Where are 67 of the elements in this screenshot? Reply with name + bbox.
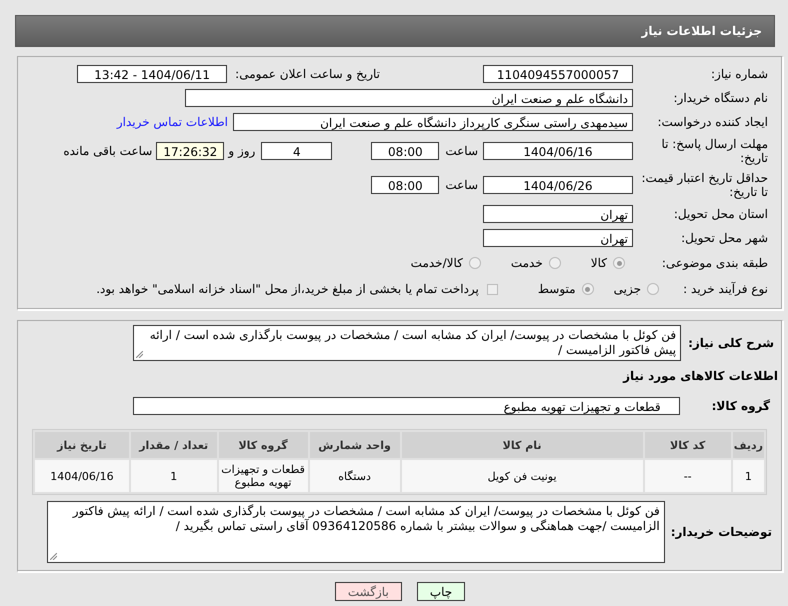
column-header: واحد شمارش — [310, 432, 400, 458]
field-label: طبقه بندی موضوعی: — [660, 256, 769, 270]
input-field[interactable]: 17:26:32 — [156, 142, 224, 160]
column-header: تاریخ نیاز — [35, 432, 129, 458]
section-title: اطلاعات کالاهای مورد نیاز — [622, 368, 779, 385]
radio-button[interactable] — [548, 257, 561, 269]
column-header: نام کالا — [402, 432, 643, 458]
checkbox[interactable] — [486, 284, 498, 294]
table-cell: -- — [644, 460, 731, 492]
table-cell: 1 — [732, 460, 764, 492]
field-label: نام دستگاه خریدار: — [672, 91, 769, 105]
field-label: شماره نیاز: — [710, 67, 769, 81]
field-label: استان محل تحویل: — [672, 207, 769, 221]
radio-button[interactable] — [647, 283, 659, 295]
option-label: جزیی — [614, 282, 641, 296]
option-label: متوسط — [538, 282, 576, 296]
field-label: مهلت ارسال پاسخ: تا تاریخ: — [660, 137, 769, 165]
option-label: کالا — [590, 256, 607, 270]
table-cell: دستگاه — [310, 460, 400, 492]
field-label: نوع فرآیند خرید : — [682, 282, 769, 296]
radio-button[interactable] — [468, 257, 481, 269]
back-button[interactable]: بازگشت — [334, 582, 402, 601]
field-label: گروه کالا: — [712, 399, 771, 413]
text-area[interactable]: فن کوئل با مشخصات در پیوست/ ایران کد مشابه است / مشخصات در پیوست بارگذاری شده است / ارائه پیش فاکتور الزامیست /جهت هماهنگی و سوالات بیشتر با شماره 09364120586 آقای راستی تماس بگیرید / — [46, 501, 665, 563]
field-label: ساعت — [445, 144, 478, 158]
column-header: کد کالا — [644, 432, 731, 458]
input-field[interactable]: 08:00 — [371, 176, 440, 194]
column-header: گروه کالا — [218, 432, 308, 458]
table-cell: قطعات و تجهیزات تهویه مطبوع — [218, 460, 308, 492]
table-cell: 1404/06/16 — [35, 460, 129, 492]
table-cell: یونیت فن کویل — [402, 460, 643, 492]
contact-link[interactable]: اطلاعات تماس خریدار — [116, 115, 228, 129]
page-title: جزئیات اطلاعات نیاز — [15, 15, 775, 47]
checkbox-label: پرداخت تمام یا بخشی از مبلغ خرید،از محل "اسناد خزانه اسلامی" خواهد بود. — [96, 282, 479, 296]
input-field[interactable]: قطعات و تجهیزات تهویه مطبوع — [132, 397, 680, 415]
input-field[interactable]: 1404/06/16 — [483, 142, 633, 160]
column-header: ردیف — [732, 432, 764, 458]
resize-grip-icon[interactable] — [136, 351, 144, 358]
resize-grip-icon[interactable] — [50, 553, 57, 560]
input-field[interactable]: 4 — [261, 142, 332, 160]
field-label: تاریخ و ساعت اعلان عمومی: — [235, 67, 380, 81]
input-field[interactable]: 1104094557000057 — [483, 65, 633, 83]
input-field[interactable]: سیدمهدی راستی سنگری کارپرداز دانشگاه علم و صنعت ایران — [233, 113, 633, 131]
field-label: حداقل تاریخ اعتبار قیمت: تا تاریخ: — [640, 171, 769, 199]
field-label: ساعت — [445, 178, 478, 192]
field-label: شرح کلی نیاز: — [688, 336, 775, 350]
radio-button[interactable] — [582, 283, 594, 295]
option-label: خدمت — [510, 256, 543, 270]
input-field[interactable]: 1404/06/26 — [483, 176, 633, 194]
column-header: تعداد / مقدار — [130, 432, 217, 458]
field-label: ایجاد کننده درخواست: — [656, 115, 769, 129]
field-label: ساعت باقی مانده — [63, 144, 152, 158]
input-field[interactable]: تهران — [483, 205, 633, 223]
input-field[interactable]: دانشگاه علم و صنعت ایران — [185, 89, 633, 107]
field-label: توضیحات خریدار: — [670, 525, 773, 539]
option-label: کالا/خدمت — [410, 256, 463, 270]
text-area-value: فن کوئل با مشخصات در پیوست/ ایران کد مشابه است / مشخصات در پیوست بارگذاری شده است / ارائه پیش فاکتور الزامیست /جهت هماهنگی و سوالات بیشتر با شماره 09364120586 آقای راستی تماس بگیرید / — [72, 504, 660, 533]
text-area-value: فن کوئل با مشخصات در پیوست/ ایران کد مشابه است / مشخصات در پیوست بارگذاری شده است / ارائه پیش فاکتور الزامیست / — [150, 328, 676, 357]
field-label: روز و — [228, 144, 256, 158]
table-cell: 1 — [130, 460, 217, 492]
input-field[interactable]: 08:00 — [371, 142, 440, 160]
input-field[interactable]: تهران — [483, 229, 633, 247]
print-button[interactable]: چاپ — [416, 582, 466, 601]
field-label: شهر محل تحویل: — [680, 231, 769, 245]
radio-button[interactable] — [613, 257, 625, 269]
text-area[interactable]: فن کوئل با مشخصات در پیوست/ ایران کد مشابه است / مشخصات در پیوست بارگذاری شده است / ارائه پیش فاکتور الزامیست / — [133, 325, 682, 361]
input-field[interactable]: 1404/06/11 - 13:42 — [77, 65, 228, 83]
